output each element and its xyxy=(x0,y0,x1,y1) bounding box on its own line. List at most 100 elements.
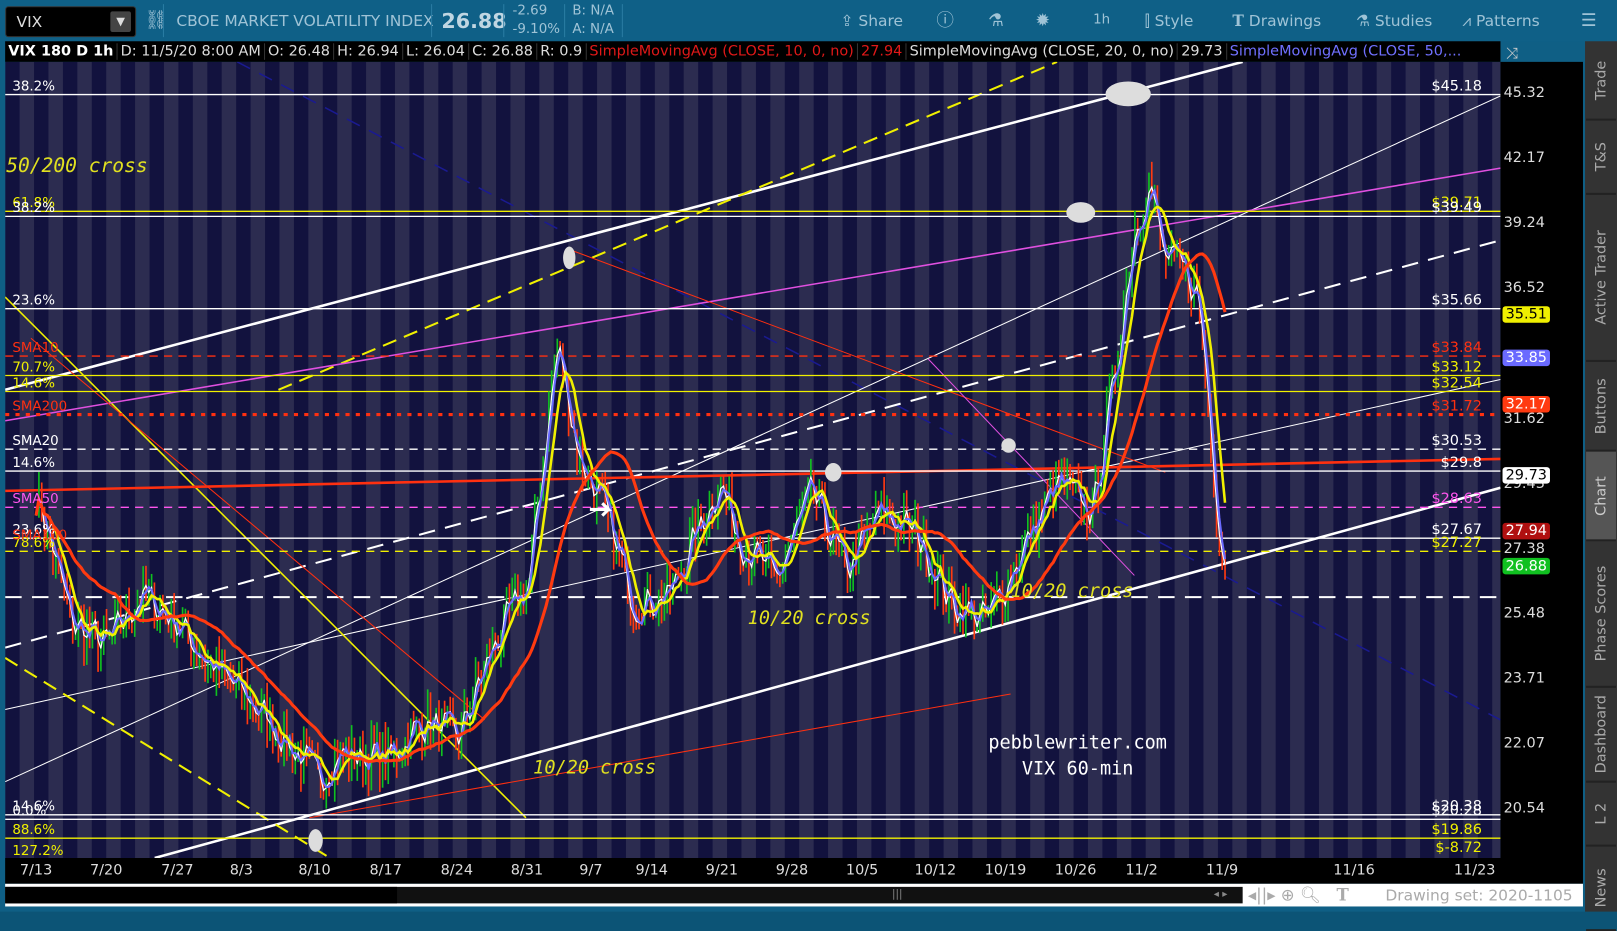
date-tick-label: 11/23 xyxy=(1453,862,1496,879)
sidebar-tab-label: Phase Scores xyxy=(1592,565,1610,662)
date-tick-label: 7/27 xyxy=(161,862,194,879)
price-level-label: $19.86 xyxy=(1431,822,1481,838)
fib-label: 14.6% xyxy=(12,376,55,391)
fib-label: SMA20 xyxy=(12,434,58,449)
patterns-button[interactable]: ⩘ Patterns xyxy=(1462,0,1539,41)
sidebar-tab-phase-scores[interactable]: Phase Scores xyxy=(1586,541,1616,688)
chart-info-bar: VIX 180 D 1h D: 11/5/20 8:00 AM O: 26.48 H:… xyxy=(5,41,1501,62)
menu-icon[interactable]: ☰ xyxy=(1581,0,1597,41)
symbol-selector[interactable]: VIX ▼ xyxy=(5,6,137,38)
sma20-value: 29.73 xyxy=(1178,43,1227,60)
bar-open: O: 26.48 xyxy=(264,43,335,60)
share-button[interactable]: ⇪ Share xyxy=(840,0,903,41)
sma50-study[interactable]: SimpleMovingAvg (CLOSE, 50,... xyxy=(1227,43,1465,60)
sidebar-tab-l-2[interactable]: L 2 xyxy=(1586,783,1616,847)
bar-close: C: 26.88 xyxy=(469,43,538,60)
sma20-study[interactable]: SimpleMovingAvg (CLOSE, 20, 0, no) xyxy=(906,43,1179,60)
fib-label: 0.0% xyxy=(12,804,46,819)
axis-tick-label: 45.32 xyxy=(1503,84,1545,102)
style-button[interactable]: ⫿ Style xyxy=(1145,0,1194,41)
sidebar-tab-chart[interactable]: Chart xyxy=(1586,451,1616,542)
date-tick-label: 10/5 xyxy=(845,862,879,879)
peak-marker xyxy=(563,246,576,270)
marker xyxy=(825,463,842,482)
annotation-cross: 10/20 cross xyxy=(1011,581,1134,602)
sidebar-tab-t-s[interactable]: T&S xyxy=(1586,121,1616,195)
fib-label: 14.6% xyxy=(12,456,55,471)
chart-symbol: VIX 180 D 1h xyxy=(5,43,118,60)
date-tick-label: 8/10 xyxy=(298,862,331,879)
sidebar-tab-label: Chart xyxy=(1592,475,1610,516)
scrollbar-thumb[interactable] xyxy=(5,886,398,904)
chevron-down-icon[interactable]: ▼ xyxy=(110,11,131,32)
gear-icon[interactable]: ✹ xyxy=(1035,0,1050,41)
sma10-value: 27.94 xyxy=(857,43,907,60)
horizontal-scrollbar[interactable]: ||| ◂ ▸ xyxy=(5,886,1243,904)
axis-tick-label: 23.71 xyxy=(1503,670,1545,688)
fib-label: SMA10 xyxy=(12,341,58,356)
price-level-label: $29.8 xyxy=(1441,455,1482,471)
low-marker xyxy=(308,829,323,852)
text-tool-icon: T xyxy=(1232,11,1244,30)
axis-tick-label: 36.52 xyxy=(1503,279,1545,297)
price-level-label: $32.54 xyxy=(1431,375,1481,391)
last-price: 26.88 xyxy=(441,8,507,33)
text-tool-icon[interactable]: T xyxy=(1337,885,1349,905)
info-icon[interactable]: ⓘ xyxy=(936,0,954,41)
fib-label: 38.2% xyxy=(12,79,55,94)
studies-button[interactable]: ⚗ Studies xyxy=(1356,0,1432,41)
flask-icon[interactable]: ⚗ xyxy=(988,0,1004,41)
fib-label: SMA100 xyxy=(12,529,67,544)
price-level-label: $45.18 xyxy=(1431,78,1481,94)
annotation-cross: 10/20 cross xyxy=(748,608,871,629)
price-level-label: $33.84 xyxy=(1431,340,1481,356)
expand-icon[interactable]: ⤨ xyxy=(1506,43,1518,62)
date-tick-label: 10/26 xyxy=(1054,862,1097,879)
sma10-study[interactable]: SimpleMovingAvg (CLOSE, 10, 0, no) xyxy=(586,43,858,60)
date-tick-label: 7/20 xyxy=(90,862,123,879)
price-axis[interactable]: 45.3242.1739.2436.5231.6229.4327.3825.48… xyxy=(1500,61,1583,858)
fib-label: SMA200 xyxy=(12,399,67,414)
peak-marker xyxy=(1066,202,1096,223)
date-tick-label: 11/9 xyxy=(1205,862,1239,879)
sidebar-tab-dashboard[interactable]: Dashboard xyxy=(1586,688,1616,783)
sidebar-tab-label: Dashboard xyxy=(1592,695,1610,774)
drawing-set[interactable]: Drawing set: 2020-1105 xyxy=(1385,884,1572,907)
patterns-icon: ⩘ xyxy=(1462,11,1472,30)
sidebar-tab-label: L 2 xyxy=(1592,802,1610,825)
annotation-cross: 10/20 cross xyxy=(533,757,656,778)
fib-label: 88.6% xyxy=(12,823,55,838)
link-icon[interactable]: ⛓ xyxy=(144,0,168,41)
axis-tick-label: 42.17 xyxy=(1503,149,1545,167)
sidebar-tab-buttons[interactable]: Buttons xyxy=(1586,362,1616,452)
price-badge: 27.94 xyxy=(1502,523,1551,540)
axis-tick-label: 20.54 xyxy=(1503,800,1545,818)
sidebar-tab-news[interactable]: News xyxy=(1586,847,1616,931)
crosshair-icon[interactable]: ⊕ xyxy=(1281,885,1295,905)
fib-label: SMA50 xyxy=(12,492,58,507)
price-badge: 29.73 xyxy=(1502,467,1551,484)
date-axis[interactable]: 7/13 7/20 7/27 8/3 8/10 8/17 8/24 8/31 9/7 9/14 9/… xyxy=(5,858,1583,884)
watermark-site: pebblewriter.com xyxy=(988,733,1167,754)
pan-icon[interactable]: ◂||▸ xyxy=(1248,885,1276,905)
sidebar-tab-trade[interactable]: Trade xyxy=(1586,41,1616,121)
price-level-label: $-8.72 xyxy=(1435,840,1482,856)
date-tick-label: 9/7 xyxy=(579,862,603,879)
sidebar-tab-label: T&S xyxy=(1592,142,1610,172)
sidebar-tab-active-trader[interactable]: Active Trader xyxy=(1586,195,1616,362)
peak-marker xyxy=(1105,81,1151,107)
scroll-arrows-icon[interactable]: ◂ ▸ xyxy=(1214,889,1228,900)
zoom-icon[interactable]: 🔍︎ xyxy=(1300,885,1321,905)
price-chart[interactable]: 50/200 cross 10/20 cross 10/20 cross 10/… xyxy=(5,61,1501,858)
price-level-label: $30.53 xyxy=(1431,433,1481,449)
bottom-bar: ||| ◂ ▸ ◂||▸ ⊕ 🔍︎ T Drawing set: 2020-110… xyxy=(5,883,1583,907)
right-sidebar: Trade T&S Active Trader Buttons Chart Phase S… xyxy=(1585,41,1617,931)
marker xyxy=(1001,438,1016,453)
axis-tick-label: 31.62 xyxy=(1503,410,1545,427)
flask-icon: ⚗ xyxy=(1356,11,1370,30)
timeframe-button[interactable]: 1h xyxy=(1093,0,1110,41)
axis-tick-label: 39.24 xyxy=(1503,214,1545,232)
date-tick-label: 11/2 xyxy=(1125,862,1158,879)
toolbar: VIX ▼ ⛓ CBOE MARKET VOLATILITY INDEX 26.8… xyxy=(0,0,1617,42)
drawings-button[interactable]: T Drawings xyxy=(1232,0,1321,41)
